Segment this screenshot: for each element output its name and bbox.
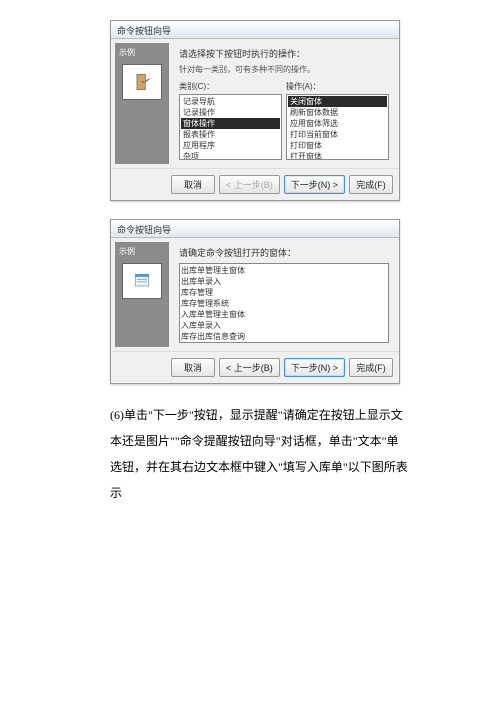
dialog-title: 命令按钮向导: [111, 21, 399, 39]
finish-button[interactable]: 完成(F): [349, 175, 393, 194]
wizard-dialog-1: 命令按钮向导 示例 请选择按下按钮时执行的操作： 针对每一类别，可有多种不同的操…: [110, 20, 400, 201]
sample-icon-box: [122, 64, 162, 100]
back-button[interactable]: < 上一步(B): [219, 358, 280, 377]
list-item[interactable]: 应用窗体筛选: [288, 118, 387, 129]
sidebar: 示例: [115, 43, 169, 164]
forms-listbox[interactable]: 出库单管理主窗体出库单录入库存管理库存管理系统入库单管理主窗体入库单录入库存出库…: [179, 263, 389, 343]
sidebar-label: 示例: [119, 246, 165, 257]
list-item[interactable]: 杂项: [181, 151, 280, 160]
wizard-dialog-2: 命令按钮向导 示例 请确定命令按钮打开的窗体： 出库单管理主窗体出库单录入库存管…: [110, 219, 400, 384]
list-item[interactable]: 打印窗体: [288, 140, 387, 151]
hint-text: 针对每一类别，可有多种不同的操作。: [179, 64, 389, 75]
sample-icon-box: [122, 263, 162, 299]
list-item[interactable]: 出库单管理主窗体: [181, 265, 387, 276]
list-item[interactable]: 入库单管理主窗体: [181, 309, 387, 320]
list-item[interactable]: 记录导航: [181, 96, 280, 107]
main-panel: 请选择按下按钮时执行的操作： 针对每一类别，可有多种不同的操作。 类别(C)： …: [173, 43, 395, 164]
categories-label: 类别(C)：: [179, 81, 282, 92]
caption-text: (6)单击"下一步"按钮，显示提醒"请确定在按钮上显示文本还是图片""命令提醒按…: [110, 402, 410, 506]
list-item[interactable]: 报表操作: [181, 129, 280, 140]
sidebar-label: 示例: [119, 47, 165, 58]
button-row: 取消 < 上一步(B) 下一步(N) > 完成(F): [111, 351, 399, 383]
dialog-body: 示例 请确定命令按钮打开的窗体： 出库单管理主窗体出库单录入库存管理库存管理系统…: [111, 238, 399, 351]
list-item[interactable]: 库存出库信息查询: [181, 331, 387, 342]
list-item[interactable]: 入库单录入: [181, 320, 387, 331]
back-button[interactable]: < 上一步(B): [219, 175, 280, 194]
lists-row: 类别(C)： 记录导航记录操作窗体操作报表操作应用程序杂项 操作(A)： 关闭窗…: [179, 81, 389, 160]
button-row: 取消 < 上一步(B) 下一步(N) > 完成(F): [111, 168, 399, 200]
dialog-title: 命令按钮向导: [111, 220, 399, 238]
cancel-button[interactable]: 取消: [171, 358, 215, 377]
actions-label: 操作(A)：: [286, 81, 389, 92]
list-item[interactable]: 打印当前窗体: [288, 129, 387, 140]
next-button[interactable]: 下一步(N) >: [284, 175, 345, 194]
prompt-text: 请选择按下按钮时执行的操作：: [179, 47, 389, 60]
list-item[interactable]: 关闭窗体: [288, 96, 387, 107]
dialog-body: 示例 请选择按下按钮时执行的操作： 针对每一类别，可有多种不同的操作。 类别(C…: [111, 39, 399, 168]
list-item[interactable]: 应用程序: [181, 140, 280, 151]
next-button[interactable]: 下一步(N) >: [284, 358, 345, 377]
prompt-text: 请确定命令按钮打开的窗体：: [179, 246, 389, 259]
list-item[interactable]: 出库单录入: [181, 276, 387, 287]
categories-listbox[interactable]: 记录导航记录操作窗体操作报表操作应用程序杂项: [179, 94, 282, 160]
form-icon: [132, 271, 152, 291]
finish-button[interactable]: 完成(F): [349, 358, 393, 377]
list-item[interactable]: 打开窗体: [288, 151, 387, 160]
actions-listbox[interactable]: 关闭窗体刷新窗体数据应用窗体筛选打印当前窗体打印窗体打开窗体: [286, 94, 389, 160]
list-item[interactable]: 记录操作: [181, 107, 280, 118]
main-panel: 请确定命令按钮打开的窗体： 出库单管理主窗体出库单录入库存管理库存管理系统入库单…: [173, 242, 395, 347]
door-icon: [132, 72, 152, 92]
list-item[interactable]: 刷新窗体数据: [288, 107, 387, 118]
list-item[interactable]: 库存管理系统: [181, 298, 387, 309]
list-item[interactable]: 窗体操作: [181, 118, 280, 129]
cancel-button[interactable]: 取消: [171, 175, 215, 194]
sidebar: 示例: [115, 242, 169, 347]
list-item[interactable]: 库存管理: [181, 287, 387, 298]
